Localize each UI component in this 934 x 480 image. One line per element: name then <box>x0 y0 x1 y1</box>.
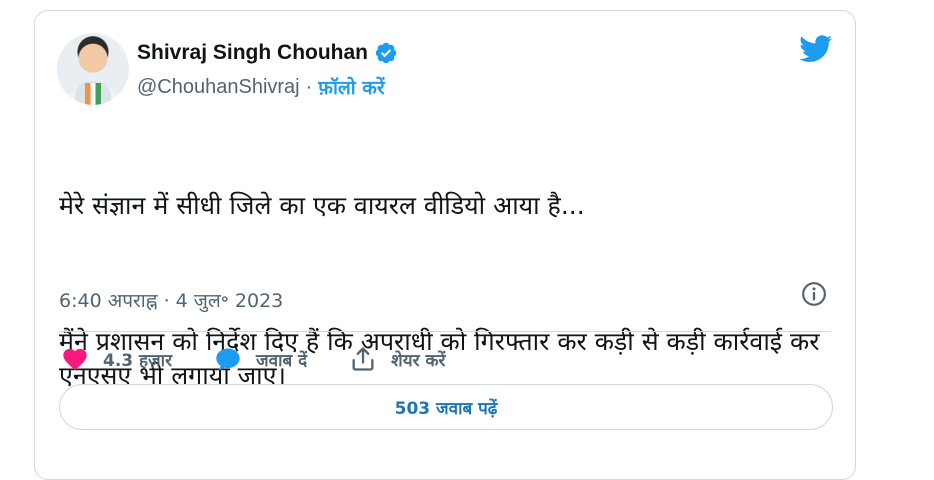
share-button[interactable]: शेयर करें <box>349 345 445 373</box>
author-handle[interactable]: @ChouhanShivraj <box>137 76 300 99</box>
meta-separator: · <box>157 290 176 312</box>
twitter-bird-icon[interactable] <box>799 35 833 63</box>
read-replies-button[interactable]: 503 जवाब पढ़ें <box>59 384 833 430</box>
reply-bubble-icon <box>216 348 240 371</box>
action-bar: 4.3 हज़ार जवाब दें शेयर करें <box>61 341 445 377</box>
like-button[interactable]: 4.3 हज़ार <box>61 345 172 373</box>
handle-separator: · <box>305 75 313 98</box>
reply-button[interactable]: जवाब दें <box>214 345 307 373</box>
reply-label: जवाब दें <box>256 350 308 371</box>
divider <box>59 331 831 332</box>
like-count: 4.3 हज़ार <box>103 350 173 371</box>
follow-button[interactable]: फ़ॉलो करें <box>318 74 384 100</box>
tweet-timestamp[interactable]: 6:40 अपराह्न · 4 जुल॰ 2023 <box>59 287 283 313</box>
share-icon <box>352 347 374 371</box>
avatar-stole <box>85 83 101 105</box>
tweet-paragraph-1: मेरे संज्ञान में सीधी जिले का एक वायरल व… <box>59 191 585 220</box>
info-icon[interactable] <box>801 281 827 307</box>
handle-row: @ChouhanShivraj · फ़ॉलो करें <box>137 74 385 100</box>
avatar[interactable] <box>57 33 129 105</box>
share-label: शेयर करें <box>391 350 446 371</box>
tweet-date: 4 जुल॰ 2023 <box>175 290 284 312</box>
tweet-card: Shivraj Singh Chouhan @ChouhanShivraj · … <box>34 10 856 480</box>
heart-icon <box>63 348 87 371</box>
verified-badge-icon <box>375 42 397 64</box>
read-replies-label: 503 जवाब पढ़ें <box>394 398 498 419</box>
author-name-row: Shivraj Singh Chouhan <box>137 41 398 65</box>
tweet-time: 6:40 अपराह्न <box>59 290 158 312</box>
author-name[interactable]: Shivraj Singh Chouhan <box>137 41 368 65</box>
